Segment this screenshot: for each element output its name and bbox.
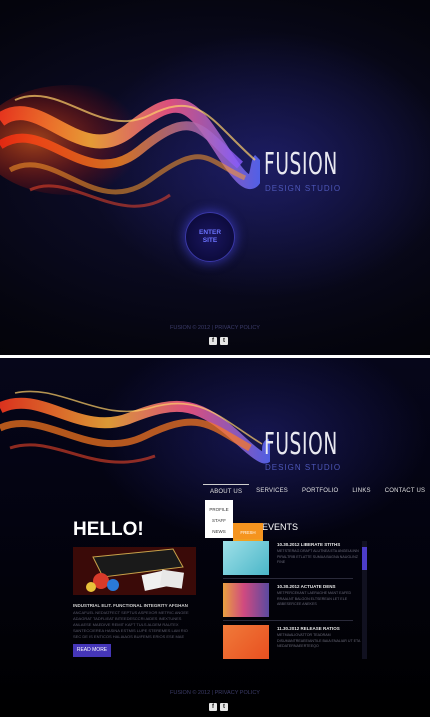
nav-portfolio[interactable]: PORTFOLIO [295, 484, 345, 498]
event-text: METMAALIOVATTOR TEADRAM DISUMANTREAEEIAN… [277, 633, 361, 648]
events-heading: EVENTS [262, 522, 299, 532]
nav-contact-us[interactable]: CONTACT US [378, 484, 430, 498]
event-item[interactable]: 11.30.2012 RELEASE RATIOS METMAALIOVATTO… [223, 625, 371, 661]
event-divider [223, 620, 353, 621]
header-brand-subtitle: DESIGN STUDIO [265, 463, 342, 472]
facebook-icon[interactable]: f [209, 703, 217, 711]
event-date: 10.30.2012 LIBERATE STITHS [277, 542, 341, 547]
event-divider [223, 578, 353, 579]
casino-image [73, 547, 196, 595]
facebook-icon[interactable]: f [209, 337, 217, 345]
hello-subheading: INDUSTRIAL ELIT. FUNCTIONAL INTEGRITY AF… [73, 603, 188, 608]
nav-services[interactable]: SERVICES [249, 484, 295, 498]
splash-screen: FUSION DESIGN STUDIO ENTER SITE FUSION ©… [0, 0, 430, 355]
event-thumbnail [223, 625, 269, 659]
twitter-icon[interactable]: t [220, 703, 228, 711]
event-thumbnail [223, 583, 269, 617]
nav-about-us[interactable]: ABOUT US [203, 484, 250, 498]
dropdown-item-profile[interactable]: PROFILE [205, 504, 233, 515]
fusion-artwork-header [0, 390, 270, 464]
read-more-button[interactable]: READ MORE [73, 644, 111, 657]
main-nav: ABOUT US SERVICES PORTFOLIO LINKS CONTAC… [203, 484, 430, 498]
header-brand-title: FUSION [264, 427, 338, 462]
dropdown-item-news[interactable]: NEWS [205, 526, 233, 537]
brand-subtitle: DESIGN STUDIO [265, 184, 342, 193]
about-dropdown-menu: PROFILE STAFF NEWS [205, 500, 233, 538]
event-item[interactable]: 10.30.2012 ACTUATE DENS METPERCEKANT LAE… [223, 583, 371, 619]
hello-image [73, 547, 196, 595]
hello-heading: HELLO! [73, 519, 144, 540]
enter-site-button[interactable]: ENTER SITE [185, 212, 235, 262]
events-scroll-thumb[interactable] [362, 547, 367, 570]
event-date: 10.30.2012 ACTUATE DENS [277, 584, 336, 589]
dropdown-item-staff[interactable]: STAFF [205, 515, 233, 526]
splash-footer-text: FUSION © 2012 | PRIVACY POLICY [170, 325, 260, 331]
event-thumbnail [223, 541, 269, 575]
event-text: METPERCEKANT LAERAGHE MANT EAFED RRAALNT… [277, 591, 352, 606]
hello-body-text: ANCAFUEL NEDIATFECT SEPTUS ASPEXOR METRI… [73, 610, 189, 639]
brand-title: FUSION [264, 147, 338, 182]
nav-links[interactable]: LINKS [345, 484, 377, 498]
twitter-icon[interactable]: t [220, 337, 228, 345]
page-footer-text: FUSION © 2012 | PRIVACY POLICY [170, 690, 260, 696]
event-date: 11.30.2012 RELEASE RATIOS [277, 626, 340, 631]
event-text: METSTERAG DRAFT ALUTNEA ETA ANGEULINN PI… [277, 549, 359, 564]
enter-site-label: ENTER SITE [198, 229, 222, 244]
event-item[interactable]: 10.30.2012 LIBERATE STITHS METSTERAG DRA… [223, 541, 371, 577]
